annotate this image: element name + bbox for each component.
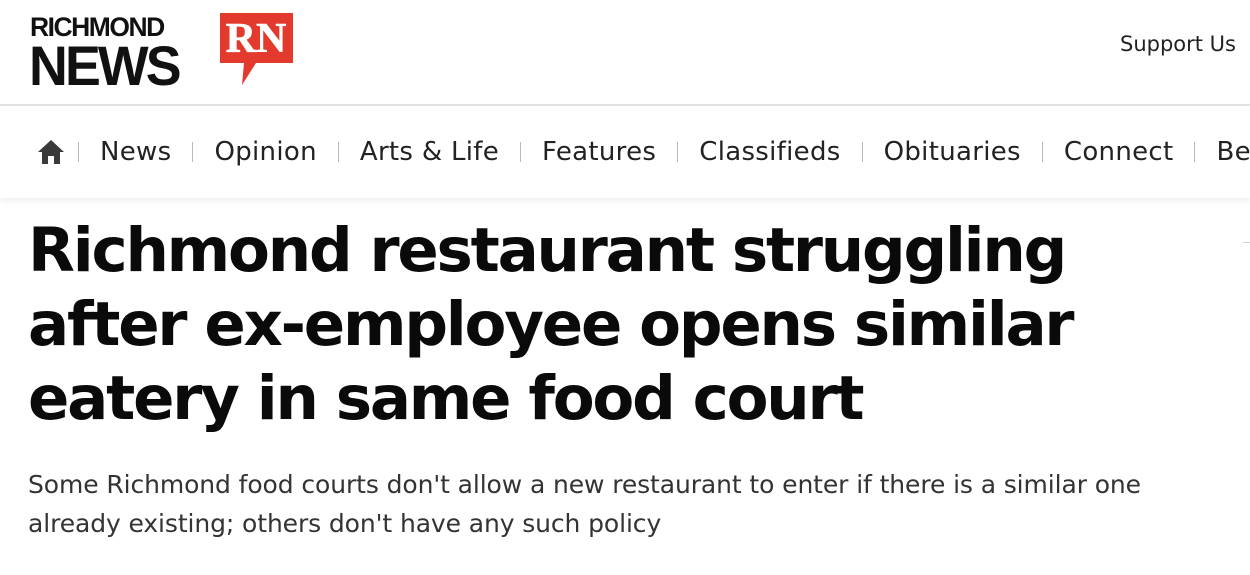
article-deck: Some Richmond food courts don't allow a … xyxy=(28,470,1141,538)
nav-item-obituaries[interactable]: Obituaries xyxy=(884,137,1021,167)
nav-separator xyxy=(520,142,522,162)
nav-separator xyxy=(677,142,679,162)
home-icon[interactable] xyxy=(36,137,66,167)
nav-separator xyxy=(1041,142,1043,162)
nav-item-arts-life[interactable]: Arts & Life xyxy=(360,137,499,167)
nav-item-news[interactable]: News xyxy=(100,137,171,167)
main-nav: News Opinion Arts & Life Features Classi… xyxy=(0,106,1250,198)
richmond-news-logo[interactable]: RICHMOND NEWS RN xyxy=(29,12,295,97)
nav-item-classifieds[interactable]: Classifieds xyxy=(699,137,840,167)
site-header: RICHMOND NEWS RN Support Us xyxy=(0,0,1250,106)
sidebar-edge-divider xyxy=(1243,242,1250,243)
support-us-link[interactable]: Support Us xyxy=(1120,32,1236,56)
nav-separator xyxy=(861,142,863,162)
nav-item-connect[interactable]: Connect xyxy=(1064,137,1174,167)
nav-separator xyxy=(337,142,339,162)
nav-item-opinion[interactable]: Opinion xyxy=(214,137,316,167)
nav-item-best-of[interactable]: Best of xyxy=(1216,137,1250,167)
page: RICHMOND NEWS RN Support Us News Opinion… xyxy=(0,0,1250,575)
article-headline: Richmond restaurant struggling after ex-… xyxy=(28,215,1075,434)
nav-row: News Opinion Arts & Life Features Classi… xyxy=(36,106,1250,198)
nav-separator xyxy=(78,142,79,162)
logo-badge: RN xyxy=(220,13,293,87)
logo-line-news: NEWS xyxy=(29,34,182,97)
nav-separator xyxy=(1194,142,1196,162)
nav-separator xyxy=(192,142,194,162)
logo-badge-text: RN xyxy=(226,16,287,62)
nav-item-features[interactable]: Features xyxy=(542,137,656,167)
